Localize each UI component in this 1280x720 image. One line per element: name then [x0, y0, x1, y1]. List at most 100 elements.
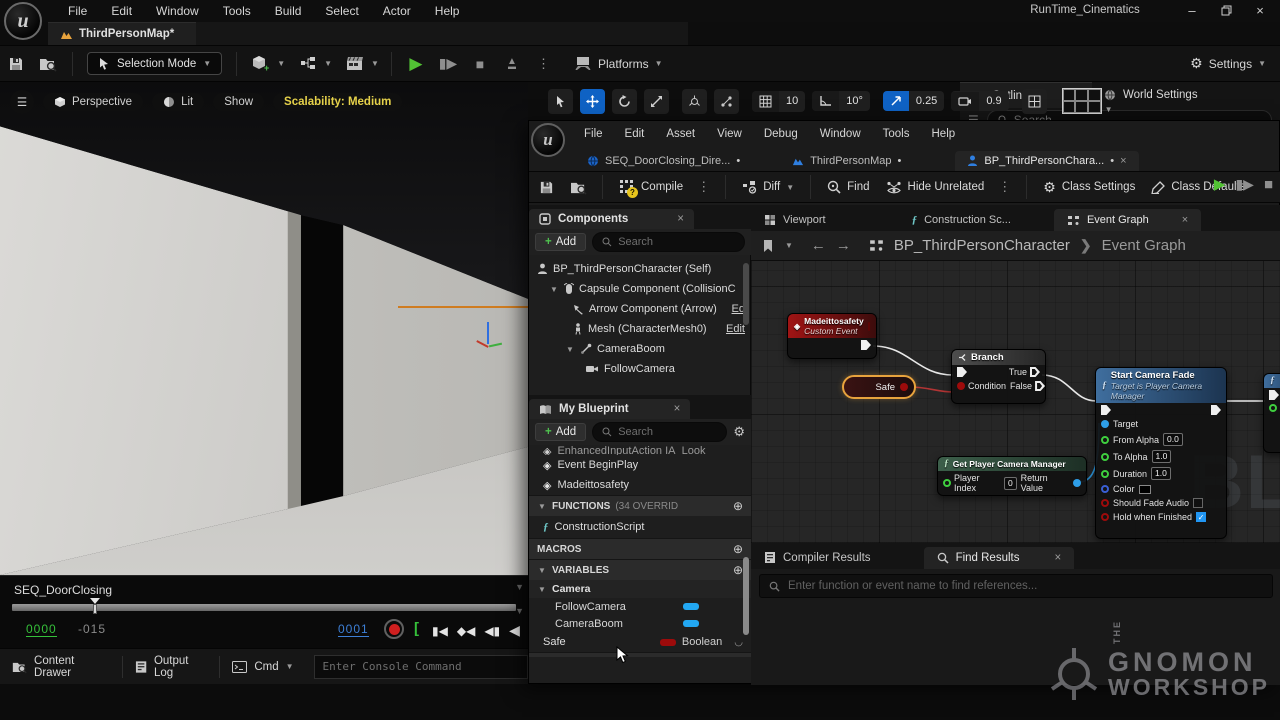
tab-bp-thirdpersoncharacter[interactable]: BP_ThirdPersonChara...• ×	[955, 151, 1138, 171]
color-swatch[interactable]	[1139, 485, 1151, 494]
menu-help[interactable]: Help	[423, 1, 472, 21]
eject-button[interactable]: ▲▬	[499, 51, 525, 77]
functions-section-header[interactable]: ▼ FUNCTIONS (34 OVERRID ⊕	[529, 495, 751, 516]
close-button[interactable]: ×	[1246, 0, 1274, 20]
bp-menu-edit[interactable]: Edit	[614, 128, 656, 140]
return-value-pin[interactable]	[1073, 479, 1081, 487]
viewport-layout-dropdown[interactable]: ▼	[1062, 88, 1113, 114]
node-branch[interactable]: Branch True Condition False	[951, 349, 1046, 404]
from-alpha-value[interactable]: 0.0	[1163, 433, 1183, 446]
hold-when-finished-pin[interactable]	[1101, 513, 1109, 521]
exec-in-pin[interactable]	[1269, 390, 1279, 400]
close-icon[interactable]: ×	[677, 213, 684, 225]
chevron-down-icon[interactable]: ▼	[515, 606, 524, 616]
rotate-tool-button[interactable]	[612, 89, 637, 114]
back-arrow-button[interactable]: ←	[811, 237, 826, 254]
tab-components[interactable]: Components ×	[529, 209, 694, 229]
exec-out-pin[interactable]	[861, 340, 871, 350]
node-get-player-camera-manager[interactable]: ƒ Get Player Camera Manager Player Index…	[937, 456, 1087, 496]
viewport-options-button[interactable]: ☰	[10, 90, 34, 114]
select-tool-button[interactable]	[548, 89, 573, 114]
camera-speed-control[interactable]: 0.9	[951, 91, 1008, 111]
menu-actor[interactable]: Actor	[371, 1, 423, 21]
unreal-logo-icon[interactable]: u	[4, 2, 42, 40]
scale-tool-button[interactable]	[644, 89, 669, 114]
show-dropdown[interactable]: Show	[213, 93, 264, 111]
close-icon[interactable]: ×	[1182, 214, 1188, 226]
tab-construction-script[interactable]: ƒ Construction Sc...	[899, 209, 1024, 231]
previous-key-button[interactable]: ◆◀	[457, 622, 475, 639]
true-exec-pin[interactable]	[1030, 367, 1040, 377]
bp-menu-asset[interactable]: Asset	[655, 128, 706, 140]
hide-unrelated-button[interactable]: Hide Unrelated	[878, 181, 993, 194]
condition-pin[interactable]	[957, 382, 965, 390]
node-get-safe[interactable]: Safe	[842, 375, 916, 399]
content-drawer-button[interactable]: Content Drawer	[0, 649, 122, 684]
variable-row-safe[interactable]: Safe Boolean ◡	[529, 632, 751, 652]
node-start-camera-fade[interactable]: ƒ Start Camera Fade Target is Player Cam…	[1095, 367, 1227, 539]
bp-menu-tools[interactable]: Tools	[872, 128, 921, 140]
menu-select[interactable]: Select	[313, 1, 370, 21]
menu-window[interactable]: Window	[144, 1, 211, 21]
gear-icon[interactable]: ⚙	[733, 424, 745, 440]
hold-checkbox[interactable]: ✓	[1196, 512, 1206, 522]
add-macro-button[interactable]: ⊕	[733, 542, 743, 556]
step-back-button[interactable]: ◀▮	[484, 622, 500, 639]
exec-out-pin[interactable]	[1211, 405, 1221, 415]
function-row-constructionscript[interactable]: ƒ ConstructionScript	[529, 516, 751, 538]
perspective-dropdown[interactable]: Perspective	[43, 93, 143, 111]
breadcrumb-root[interactable]: BP_ThirdPersonCharacter	[894, 237, 1070, 254]
visibility-closed-eye-icon[interactable]: ◡	[734, 637, 743, 648]
duration-pin[interactable]	[1101, 470, 1109, 478]
tree-row-self[interactable]: BP_ThirdPersonCharacter (Self)	[529, 259, 751, 279]
grid-snap-control[interactable]: 10	[752, 91, 805, 112]
settings-dropdown[interactable]: ⚙ Settings ▼	[1190, 55, 1266, 72]
myblueprint-scrollbar[interactable]	[743, 557, 749, 635]
variable-row-followcamera[interactable]: FollowCamera	[529, 598, 751, 615]
bp-menu-file[interactable]: File	[573, 128, 614, 140]
menu-tools[interactable]: Tools	[211, 1, 263, 21]
class-settings-button[interactable]: ⚙ Class Settings	[1035, 179, 1143, 196]
chevron-down-icon[interactable]: ▼	[277, 59, 285, 68]
filter-icon[interactable]: ☰	[968, 113, 979, 120]
menu-build[interactable]: Build	[263, 1, 314, 21]
tree-row-cameraboom[interactable]: ▼ CameraBoom	[529, 339, 751, 359]
play-reverse-button[interactable]: ◀	[509, 622, 520, 639]
duration-value[interactable]: 1.0	[1151, 467, 1171, 480]
chevron-down-icon[interactable]: ▼	[785, 241, 793, 250]
menu-edit[interactable]: Edit	[99, 1, 144, 21]
components-scrollbar[interactable]	[743, 263, 749, 325]
bool-out-pin[interactable]	[900, 383, 908, 391]
bp-play-button[interactable]: ▶	[1214, 175, 1226, 193]
tree-row-arrow[interactable]: Arrow Component (Arrow) Ed	[529, 299, 751, 319]
tab-seq-doorclosing[interactable]: SEQ_DoorClosing_Dire...•	[575, 151, 752, 171]
tab-event-graph[interactable]: Event Graph ×	[1054, 209, 1201, 231]
diff-dropdown[interactable]: Diff ▼	[734, 180, 802, 194]
myblueprint-add-button[interactable]: +Add	[535, 423, 586, 441]
play-options-button[interactable]: ⋮	[531, 51, 557, 77]
lit-dropdown[interactable]: Lit	[152, 93, 204, 111]
forward-arrow-button[interactable]: →	[836, 237, 851, 254]
tab-my-blueprint[interactable]: My Blueprint ×	[529, 399, 690, 419]
data-pin[interactable]	[1269, 404, 1277, 412]
target-pin[interactable]	[1101, 420, 1109, 428]
tree-row-capsule[interactable]: ▼ Capsule Component (CollisionC	[529, 279, 751, 299]
bp-skip-button[interactable]: ▮▶	[1235, 176, 1253, 193]
selection-mode-dropdown[interactable]: Selection Mode ▼	[87, 52, 222, 75]
console-command-input[interactable]: Enter Console Command	[314, 655, 528, 679]
compile-button[interactable]: ? Compile	[611, 179, 691, 195]
stop-button[interactable]: ■	[467, 51, 493, 77]
level-viewport[interactable]	[0, 82, 528, 575]
variable-category-camera[interactable]: ▼ Camera	[529, 580, 751, 598]
bp-stop-button[interactable]: ■	[1264, 176, 1273, 193]
node-partial[interactable]: ƒ	[1263, 373, 1280, 453]
chevron-down-icon[interactable]: ▼	[324, 59, 332, 68]
cmd-dropdown[interactable]: Cmd ▼	[220, 649, 305, 684]
bp-browse-button[interactable]	[565, 174, 591, 200]
myblueprint-search-input[interactable]: Search	[592, 422, 727, 442]
exec-in-pin[interactable]	[957, 367, 967, 377]
edit-link[interactable]: Edit	[726, 323, 745, 335]
sequencer-playhead[interactable]	[90, 598, 100, 614]
to-alpha-value[interactable]: 1.0	[1152, 450, 1172, 463]
move-tool-button[interactable]	[580, 89, 605, 114]
